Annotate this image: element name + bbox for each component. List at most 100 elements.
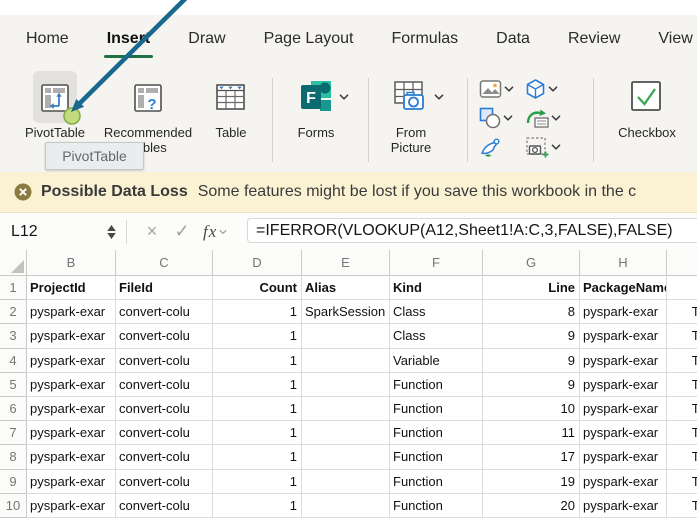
cell-C2[interactable]: convert-colu — [116, 300, 213, 325]
cell-I9[interactable]: TRUE — [667, 470, 697, 494]
cell-G6[interactable]: 10 — [483, 396, 580, 422]
cell-I6[interactable]: TRUE — [667, 397, 697, 422]
row-header-4[interactable]: 4 — [0, 348, 27, 373]
cell-E1[interactable]: Alias — [302, 276, 390, 301]
cell-G3[interactable]: 9 — [483, 324, 580, 349]
cell-E7[interactable] — [302, 421, 390, 446]
cell-G9[interactable]: 19 — [483, 469, 580, 494]
warning-x-icon[interactable] — [14, 183, 32, 201]
cell-D8[interactable]: 1 — [213, 445, 302, 470]
cell-E2[interactable]: SparkSession — [302, 300, 390, 325]
cell-D6[interactable]: 1 — [213, 396, 302, 422]
row-header-2[interactable]: 2 — [0, 300, 27, 325]
cell-E3[interactable] — [302, 324, 390, 349]
cell-D7[interactable]: 1 — [213, 421, 302, 446]
enter-button[interactable]: ✓ — [167, 221, 197, 242]
cancel-button[interactable]: × — [137, 221, 167, 242]
row-header-5[interactable]: 5 — [0, 372, 27, 397]
cell-B2[interactable]: pyspark-exar — [27, 300, 116, 325]
checkbox-button[interactable]: Checkbox — [602, 71, 692, 140]
cell-H7[interactable]: pyspark-exar — [580, 421, 667, 446]
select-all-corner[interactable] — [0, 250, 27, 276]
column-header-H[interactable]: H — [580, 250, 667, 276]
cell-I7[interactable]: TRUE — [667, 421, 697, 446]
cell-I3[interactable]: TRUE — [667, 324, 697, 349]
cell-H9[interactable]: pyspark-exar — [580, 469, 667, 494]
row-header-7[interactable]: 7 — [0, 421, 27, 446]
cell-C5[interactable]: convert-colu — [116, 372, 213, 397]
cell-F6[interactable]: Function — [390, 396, 483, 422]
column-header-C[interactable]: C — [116, 250, 213, 276]
cell-G1[interactable]: Line — [483, 276, 580, 301]
tab-formulas[interactable]: Formulas — [391, 30, 458, 48]
cell-B9[interactable]: pyspark-exar — [27, 469, 116, 494]
cell-I2[interactable]: TRUE — [667, 300, 697, 325]
cell-G10[interactable]: 20 — [483, 493, 580, 518]
cell-B8[interactable]: pyspark-exar — [27, 445, 116, 470]
cell-D2[interactable]: 1 — [213, 300, 302, 325]
cell-E5[interactable] — [302, 372, 390, 397]
cell-H4[interactable]: pyspark-exar — [580, 348, 667, 373]
pictures-chevron-icon[interactable] — [504, 85, 514, 92]
cell-E9[interactable] — [302, 469, 390, 494]
cell-B4[interactable]: pyspark-exar — [27, 348, 116, 373]
cell-D10[interactable]: 1 — [213, 493, 302, 518]
cell-F9[interactable]: Function — [390, 469, 483, 494]
column-header-I[interactable]: I — [667, 250, 697, 276]
cell-B10[interactable]: pyspark-exar — [27, 493, 116, 518]
cell-C9[interactable]: convert-colu — [116, 469, 213, 494]
stepper-down-icon[interactable] — [107, 232, 116, 239]
cell-C6[interactable]: convert-colu — [116, 396, 213, 422]
cell-H10[interactable]: pyspark-exar — [580, 493, 667, 518]
cell-D3[interactable]: 1 — [213, 324, 302, 349]
tab-view[interactable]: View — [658, 30, 692, 48]
icons-button[interactable] — [479, 132, 525, 161]
pictures-button[interactable] — [479, 74, 525, 103]
stepper-up-icon[interactable] — [107, 224, 116, 231]
column-header-G[interactable]: G — [483, 250, 580, 276]
cell-F10[interactable]: Function — [390, 493, 483, 518]
row-header-1[interactable]: 1 — [0, 276, 27, 301]
from-picture-button[interactable]: From Picture — [379, 71, 443, 155]
cell-C3[interactable]: convert-colu — [116, 324, 213, 349]
cell-G2[interactable]: 8 — [483, 300, 580, 325]
cell-G5[interactable]: 9 — [483, 372, 580, 397]
cell-E8[interactable] — [302, 445, 390, 470]
cell-I10[interactable]: TRUE — [667, 494, 697, 518]
name-box-stepper[interactable] — [107, 224, 116, 239]
row-header-6[interactable]: 6 — [0, 396, 27, 422]
cell-F7[interactable]: Function — [390, 421, 483, 446]
cell-H1[interactable]: PackageName — [580, 276, 667, 301]
row-header-8[interactable]: 8 — [0, 445, 27, 470]
cell-H6[interactable]: pyspark-exar — [580, 396, 667, 422]
cell-B7[interactable]: pyspark-exar — [27, 421, 116, 446]
cell-D9[interactable]: 1 — [213, 469, 302, 494]
cell-H8[interactable]: pyspark-exar — [580, 445, 667, 470]
cell-E4[interactable] — [302, 348, 390, 373]
cell-F3[interactable]: Class — [390, 324, 483, 349]
forms-chevron-icon[interactable] — [339, 94, 349, 100]
cell-I8[interactable]: TRUE — [667, 445, 697, 470]
cell-F5[interactable]: Function — [390, 372, 483, 397]
cell-B3[interactable]: pyspark-exar — [27, 324, 116, 349]
tab-page-layout[interactable]: Page Layout — [264, 30, 354, 48]
cell-E10[interactable] — [302, 493, 390, 518]
screenshot-button[interactable] — [525, 132, 573, 161]
cell-E6[interactable] — [302, 396, 390, 422]
cell-C8[interactable]: convert-colu — [116, 445, 213, 470]
pivottable-button[interactable]: PivotTable — [16, 71, 94, 140]
name-box[interactable]: L12 — [0, 223, 107, 241]
fx-chevron-icon[interactable] — [219, 229, 227, 235]
column-header-F[interactable]: F — [390, 250, 483, 276]
table-button[interactable]: Table — [196, 71, 266, 140]
cell-G8[interactable]: 17 — [483, 445, 580, 470]
cell-F8[interactable]: Function — [390, 445, 483, 470]
cell-F1[interactable]: Kind — [390, 276, 483, 301]
cell-C7[interactable]: convert-colu — [116, 421, 213, 446]
cell-H3[interactable]: pyspark-exar — [580, 324, 667, 349]
cell-B5[interactable]: pyspark-exar — [27, 372, 116, 397]
row-header-3[interactable]: 3 — [0, 324, 27, 349]
tab-insert[interactable]: Insert — [103, 30, 153, 58]
cell-I1[interactable]: Sup — [667, 276, 697, 301]
from-picture-chevron-icon[interactable] — [434, 94, 444, 100]
